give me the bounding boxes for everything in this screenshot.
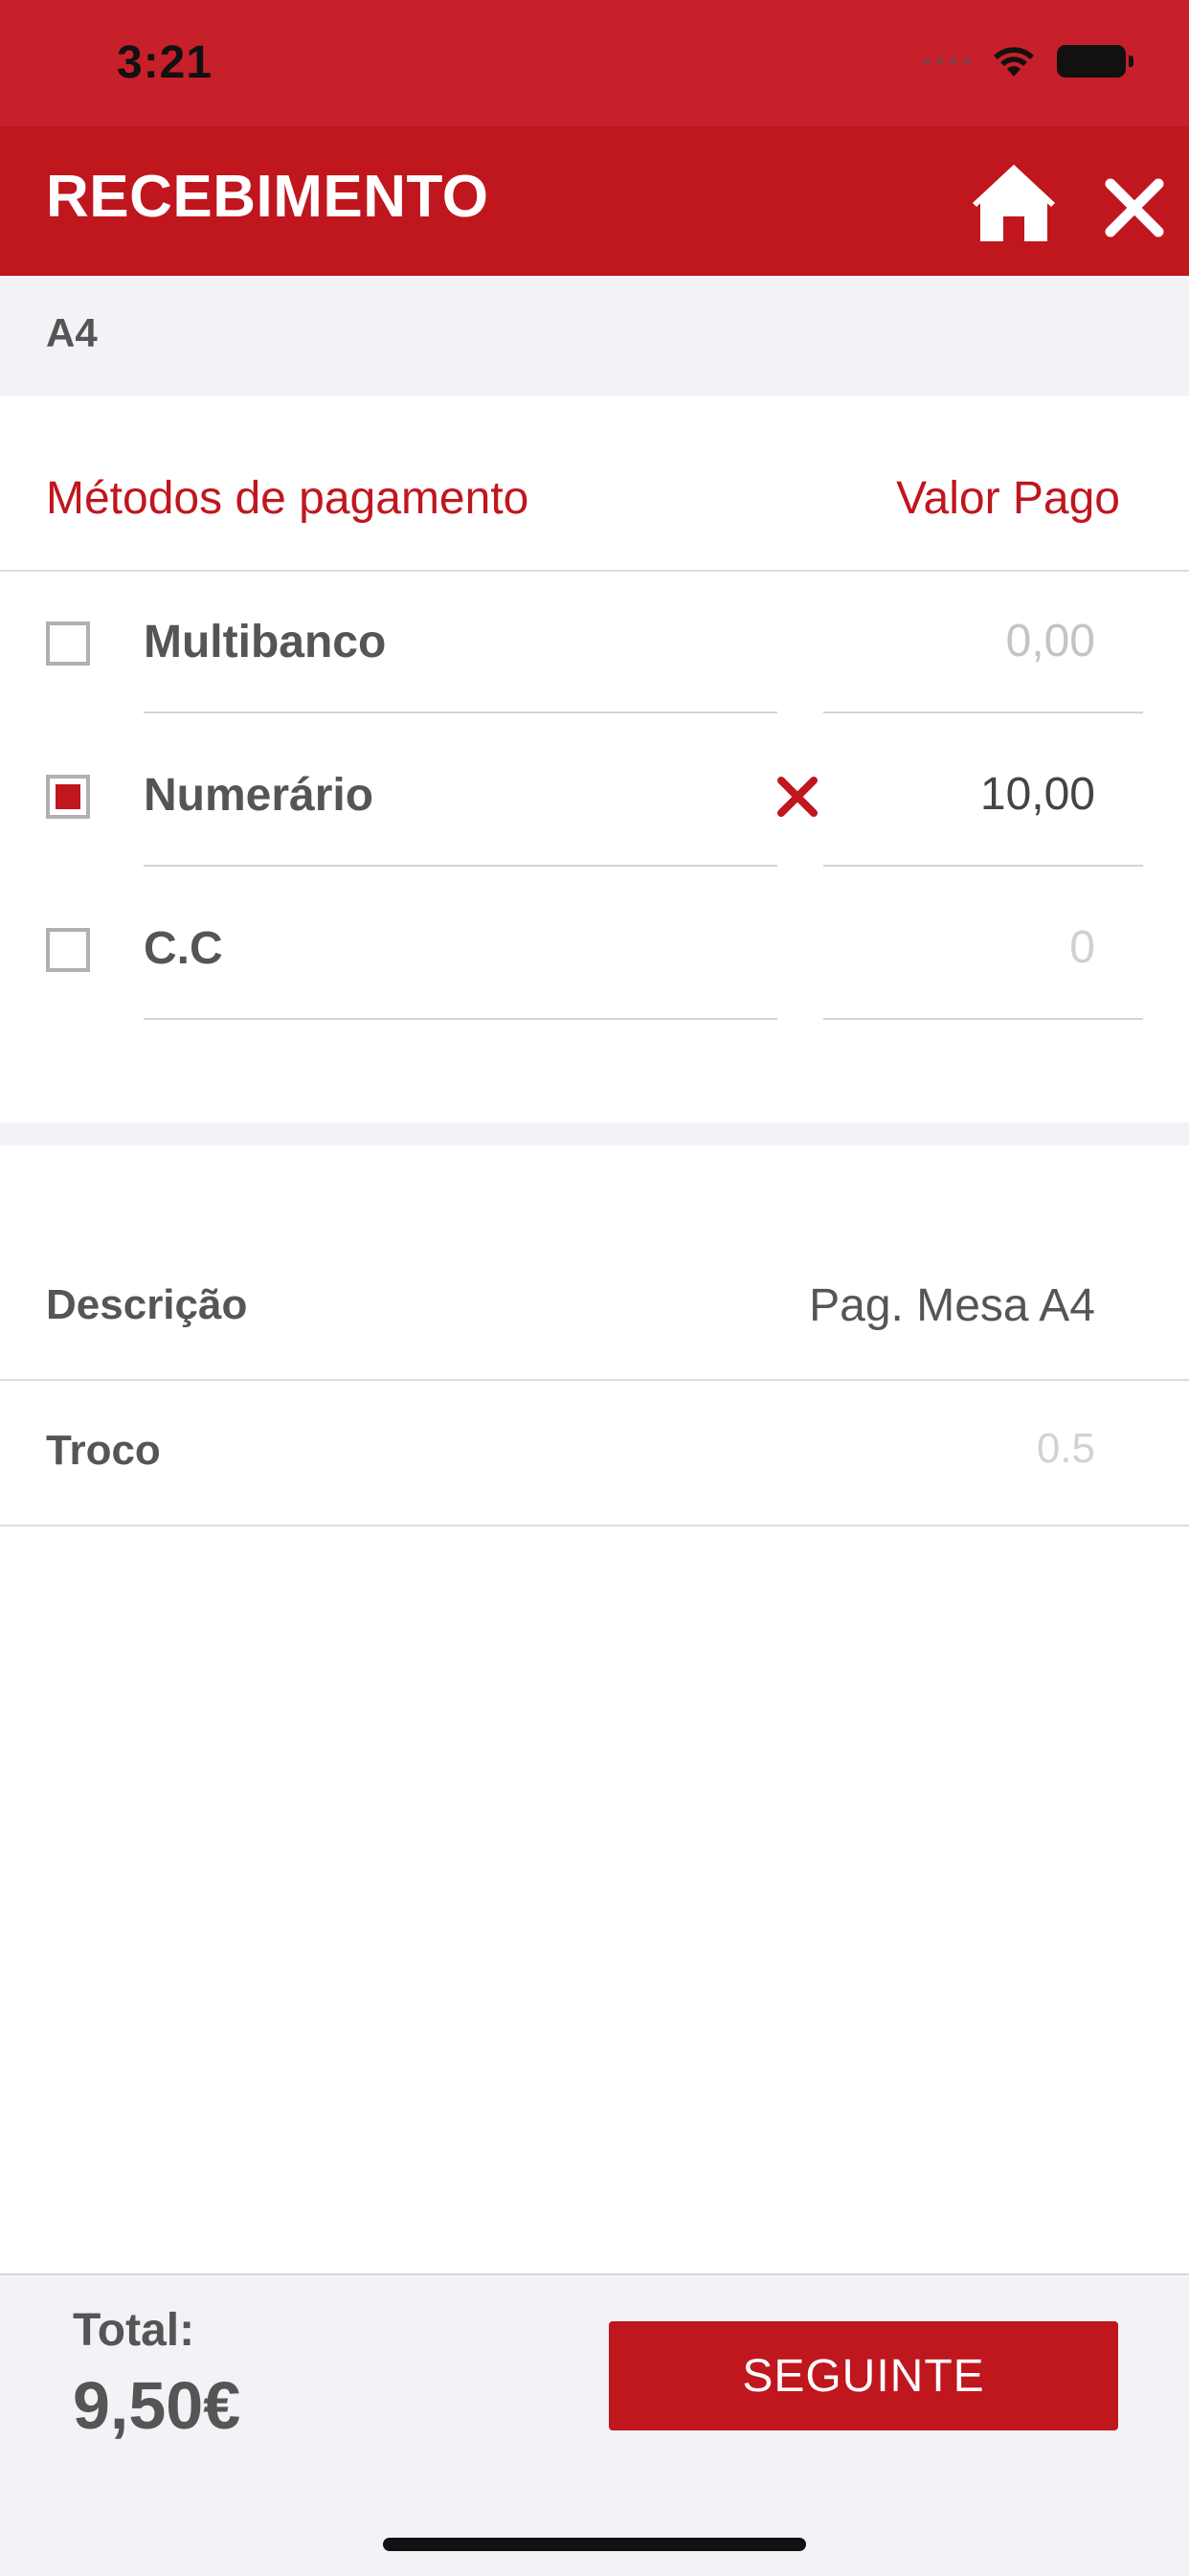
payment-row-cc: C.C: [0, 876, 1189, 1029]
next-button[interactable]: SEGUINTE: [609, 2321, 1118, 2430]
divider: [823, 712, 1143, 713]
change-label: Troco: [46, 1427, 161, 1474]
home-icon[interactable]: [969, 159, 1059, 245]
checkbox-multibanco[interactable]: [46, 621, 90, 666]
value-input-numerario[interactable]: [823, 761, 1095, 826]
methods-header: Métodos de pagamento: [46, 473, 529, 524]
divider: [144, 1018, 777, 1020]
divider: [144, 712, 777, 713]
page-title: RECEBIMENTO: [46, 164, 489, 230]
total-label: Total:: [73, 2305, 195, 2356]
status-icons: [923, 44, 1133, 79]
status-time: 3:21: [117, 37, 213, 88]
signal-icon: [923, 57, 971, 65]
table-bar: A4: [0, 276, 1189, 395]
section-separator: [0, 1122, 1189, 1145]
status-bar: 3:21: [0, 0, 1189, 126]
divider: [144, 865, 777, 867]
divider: [823, 1018, 1143, 1020]
change-value: 0.5: [1036, 1425, 1095, 1472]
home-indicator: [383, 2538, 806, 2551]
value-header: Valor Pago: [896, 473, 1120, 524]
description-value: Pag. Mesa A4: [809, 1280, 1095, 1331]
checkbox-numerario[interactable]: [46, 775, 90, 819]
footer: Total: 9,50€ SEGUINTE: [0, 2273, 1189, 2576]
description-label: Descrição: [46, 1281, 248, 1328]
payment-row-numerario: Numerário: [0, 723, 1189, 876]
value-input-multibanco[interactable]: [823, 608, 1095, 673]
method-label: Multibanco: [144, 617, 387, 667]
description-row[interactable]: Descrição Pag. Mesa A4: [0, 1233, 1189, 1381]
payment-row-multibanco: Multibanco: [0, 570, 1189, 723]
change-row: Troco 0.5: [0, 1379, 1189, 1526]
nav-bar: RECEBIMENTO: [0, 126, 1189, 276]
checkbox-cc[interactable]: [46, 928, 90, 972]
method-label: C.C: [144, 923, 223, 974]
table-label: A4: [46, 310, 98, 355]
divider: [823, 865, 1143, 867]
battery-icon: [1057, 45, 1133, 78]
clear-icon[interactable]: [772, 771, 823, 823]
total-value: 9,50€: [73, 2368, 241, 2443]
payment-section-header: Métodos de pagamento Valor Pago: [0, 395, 1189, 572]
method-label: Numerário: [144, 770, 374, 821]
value-input-cc[interactable]: [823, 915, 1095, 980]
wifi-icon: [994, 47, 1034, 77]
close-icon[interactable]: [1101, 174, 1168, 241]
